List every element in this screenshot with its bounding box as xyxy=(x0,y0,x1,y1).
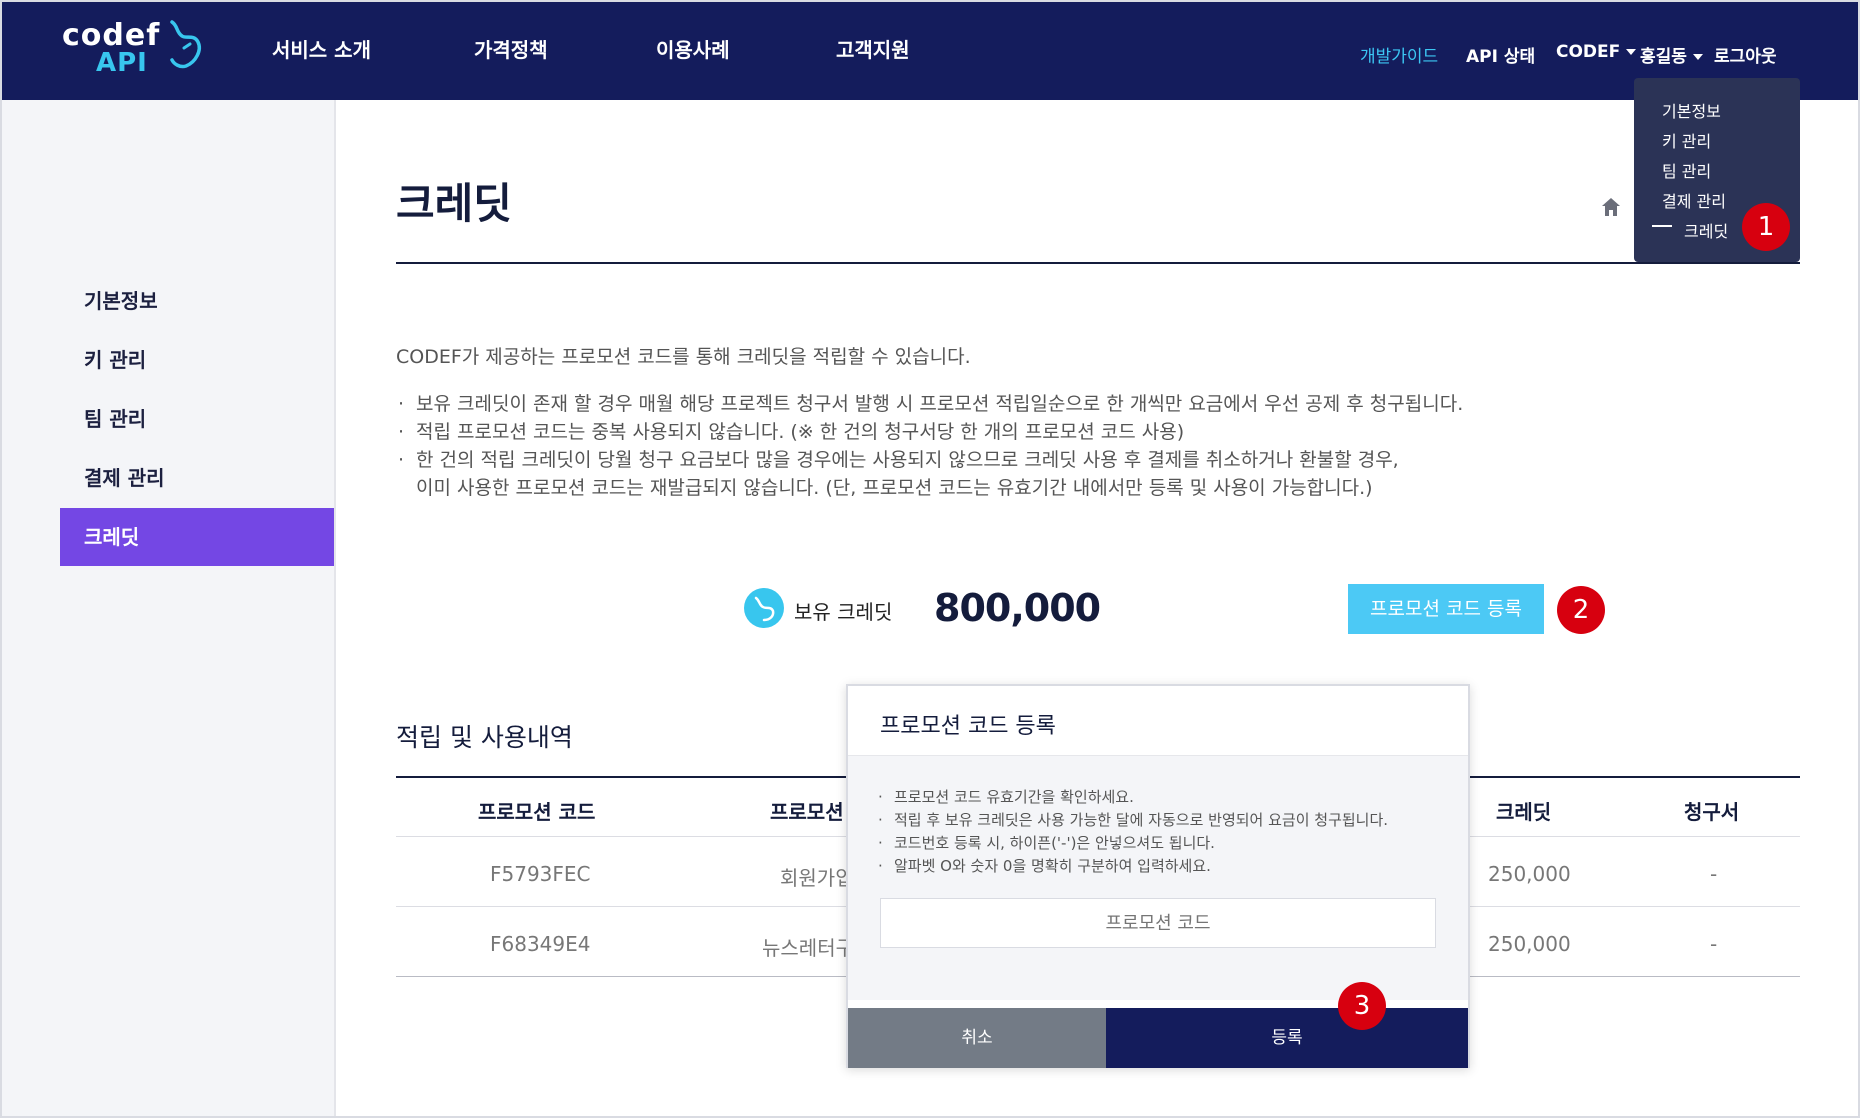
sidebar-item-key-management[interactable]: 키 관리 xyxy=(60,331,334,389)
submit-button[interactable]: 등록 xyxy=(1106,1008,1468,1068)
credit-balance-value: 800,000 xyxy=(934,586,1101,630)
credit-notice-list: 보유 크레딧이 존재 할 경우 매월 해당 프로젝트 청구서 발행 시 프로모션… xyxy=(396,390,1463,502)
dropdown-item-billing[interactable]: 결제 관리 xyxy=(1662,188,1726,212)
promo-code-input[interactable] xyxy=(880,898,1436,948)
modal-title: 프로모션 코드 등록 xyxy=(880,714,1056,739)
chevron-down-icon xyxy=(1626,49,1637,55)
logo-text-bottom: API xyxy=(96,48,148,78)
dropdown-item-basic-info[interactable]: 기본정보 xyxy=(1662,98,1721,122)
row-1-promotion: 회원가입 xyxy=(780,866,854,890)
sidebar-item-credit[interactable]: 크레딧 xyxy=(60,508,334,566)
column-header-invoice: 청구서 xyxy=(1684,800,1740,824)
credit-coin-icon xyxy=(744,588,784,628)
logout-link[interactable]: 로그아웃 xyxy=(1714,42,1777,67)
modal-notice-item: 적립 후 보유 크레딧은 사용 가능한 달에 자동으로 반영되어 요금이 청구됩… xyxy=(878,809,1388,832)
api-status-link[interactable]: API 상태 xyxy=(1466,42,1535,67)
modal-header: 프로모션 코드 등록 xyxy=(848,686,1468,756)
active-indicator xyxy=(1652,225,1672,227)
row-1-promo-code: F5793FEC xyxy=(490,862,591,886)
step-marker-2: 2 xyxy=(1557,586,1605,634)
title-divider xyxy=(396,262,1800,264)
dropdown-item-credit[interactable]: 크레딧 xyxy=(1684,218,1728,242)
step-marker-3: 3 xyxy=(1338,982,1386,1030)
dev-guide-link[interactable]: 개발가이드 xyxy=(1360,42,1438,67)
modal-notice-item: 프로모션 코드 유효기간을 확인하세요. xyxy=(878,786,1388,809)
nav-service-intro[interactable]: 서비스 소개 xyxy=(272,34,371,63)
nav-pricing[interactable]: 가격정책 xyxy=(474,34,548,63)
dropdown-item-team-management[interactable]: 팀 관리 xyxy=(1662,158,1711,182)
sidebar-item-team-management[interactable]: 팀 관리 xyxy=(60,390,334,448)
row-1-credit: 250,000 xyxy=(1488,862,1571,886)
modal-notice-item: 알파벳 O와 숫자 0을 명확히 구분하여 입력하세요. xyxy=(878,855,1388,878)
step-marker-1: 1 xyxy=(1742,203,1790,251)
sidebar xyxy=(2,100,336,1116)
register-promo-code-button[interactable]: 프로모션 코드 등록 xyxy=(1348,584,1544,634)
dropdown-item-key-management[interactable]: 키 관리 xyxy=(1662,128,1711,152)
modal-body: 프로모션 코드 유효기간을 확인하세요. 적립 후 보유 크레딧은 사용 가능한… xyxy=(848,756,1468,1000)
notice-item-continued: 이미 사용한 프로모션 코드는 재발급되지 않습니다. (단, 프로모션 코드는… xyxy=(416,477,1373,499)
credit-intro-text: CODEF가 제공하는 프로모션 코드를 통해 크레딧을 적립할 수 있습니다. xyxy=(396,346,971,368)
credit-balance-label: 보유 크레딧 xyxy=(794,600,893,624)
org-menu-label: CODEF xyxy=(1556,42,1621,62)
rhino-logo-icon xyxy=(170,20,201,69)
user-menu[interactable]: 홍길동 xyxy=(1640,42,1703,67)
page-title: 크레딧 xyxy=(396,179,512,228)
nav-support[interactable]: 고객지원 xyxy=(836,34,910,63)
row-2-invoice: - xyxy=(1710,932,1718,956)
nav-use-cases[interactable]: 이용사례 xyxy=(656,34,730,63)
user-menu-label: 홍길동 xyxy=(1640,47,1687,67)
home-icon[interactable] xyxy=(1600,196,1622,218)
notice-item: 한 건의 적립 크레딧이 당월 청구 요금보다 많을 경우에는 사용되지 않으므… xyxy=(396,446,1463,474)
codef-api-logo[interactable]: codef API xyxy=(62,18,202,82)
row-1-invoice: - xyxy=(1710,862,1718,886)
column-header-promo-code: 프로모션 코드 xyxy=(478,800,596,824)
top-header: codef API 서비스 소개 가격정책 이용사례 고객지원 개발가이드 AP… xyxy=(2,2,1858,100)
notice-item: 보유 크레딧이 존재 할 경우 매월 해당 프로젝트 청구서 발행 시 프로모션… xyxy=(396,390,1463,418)
row-2-promotion: 뉴스레터구 xyxy=(762,936,854,960)
column-header-credit: 크레딧 xyxy=(1496,800,1552,824)
row-2-promo-code: F68349E4 xyxy=(490,932,591,956)
notice-item: 적립 프로모션 코드는 중복 사용되지 않습니다. (※ 한 건의 청구서당 한… xyxy=(396,418,1463,446)
row-2-credit: 250,000 xyxy=(1488,932,1571,956)
column-header-promotion: 프로모션 xyxy=(770,800,844,824)
modal-notice-list: 프로모션 코드 유효기간을 확인하세요. 적립 후 보유 크레딧은 사용 가능한… xyxy=(878,786,1388,878)
sidebar-item-billing[interactable]: 결제 관리 xyxy=(60,449,334,507)
sidebar-item-basic-info[interactable]: 기본정보 xyxy=(60,272,334,330)
history-section-title: 적립 및 사용내역 xyxy=(396,723,573,752)
modal-notice-item: 코드번호 등록 시, 하이픈('-')은 안넣으셔도 됩니다. xyxy=(878,832,1388,855)
org-menu[interactable]: CODEF xyxy=(1556,42,1637,62)
cancel-button[interactable]: 취소 xyxy=(848,1008,1106,1068)
chevron-down-icon xyxy=(1692,54,1703,60)
